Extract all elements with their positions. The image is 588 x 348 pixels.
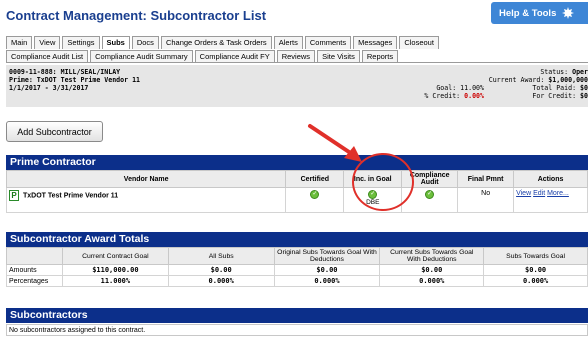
- col-certified: Certified: [285, 170, 345, 188]
- cell-value: 0.000%: [379, 275, 485, 287]
- help-label: Help & Tools: [499, 7, 557, 19]
- tools-icon: [562, 7, 575, 19]
- row-label: Percentages: [6, 275, 63, 287]
- tab-docs[interactable]: Docs: [131, 36, 159, 49]
- contract-prime: Prime: TxDOT Test Prime Vendor 11: [9, 76, 141, 84]
- table-row: P TxDOT Test Prime Vendor 11 ✓ ✓ DBE ✓ No …: [5, 187, 588, 213]
- more-link[interactable]: More...: [547, 190, 569, 197]
- table-row: Percentages 11.000% 0.000% 0.000% 0.000%…: [6, 275, 588, 287]
- contract-id: 0009-11-888: MILL/SEAL/INLAY: [9, 68, 121, 76]
- page-title: Contract Management: Subcontractor List: [6, 8, 267, 23]
- col-original-subs: Original Subs Towards Goal With Deductio…: [273, 247, 381, 265]
- help-tools-button[interactable]: Help & Tools: [491, 2, 588, 24]
- col-current-subs: Current Subs Towards Goal With Deduction…: [379, 247, 485, 265]
- tab-bar-primary: Main View Settings Subs Docs Change Orde…: [6, 36, 439, 49]
- row-label: Amounts: [6, 264, 63, 276]
- table-row: Amounts $110,000.00 $0.00 $0.00 $0.00 $0…: [6, 264, 588, 276]
- cell-value: $0.00: [167, 264, 275, 276]
- tab-main[interactable]: Main: [6, 36, 33, 49]
- vendor-name: TxDOT Test Prime Vendor 11: [23, 192, 119, 200]
- cell-value: 11.000%: [61, 275, 169, 287]
- col-final-pmnt: Final Pmnt: [457, 170, 515, 188]
- cell-value: 0.000%: [167, 275, 275, 287]
- credit-label: % Credit:: [424, 92, 461, 100]
- col-vendor-name: Vendor Name: [5, 170, 287, 188]
- tab-alerts[interactable]: Alerts: [273, 36, 303, 49]
- final-pmnt-value: No: [457, 187, 515, 213]
- annotation-arrow-icon: [308, 124, 362, 162]
- cell-value: $110,000.00: [61, 264, 169, 276]
- tab-subs[interactable]: Subs: [101, 36, 130, 49]
- cell-value: $0.00: [379, 264, 485, 276]
- tab-divider: [6, 62, 588, 63]
- tab-closeout[interactable]: Closeout: [399, 36, 439, 49]
- contract-info-panel: 0009-11-888: MILL/SEAL/INLAY Prime: TxDO…: [6, 65, 588, 107]
- prime-badge: P: [9, 190, 19, 201]
- tab-view[interactable]: View: [34, 36, 61, 49]
- empty-subcontractors-message: No subcontractors assigned to this contr…: [6, 324, 588, 336]
- goal-value: 11.00%: [460, 84, 484, 92]
- prime-contractor-header: Prime Contractor: [6, 155, 588, 170]
- tab-comments[interactable]: Comments: [304, 36, 352, 49]
- add-subcontractor-button[interactable]: Add Subcontractor: [6, 121, 103, 142]
- credit-value: 0.00%: [464, 92, 484, 100]
- award-value: $1,000,000: [548, 76, 588, 84]
- status-label: Status:: [540, 68, 569, 76]
- col-blank: [6, 247, 63, 265]
- subcontractors-header: Subcontractors: [6, 308, 588, 323]
- for-credit-value: $0: [580, 92, 588, 100]
- cell-value: $0.00: [483, 264, 588, 276]
- col-subs-towards-goal: Subs Towards Goal: [483, 247, 588, 265]
- cell-value: $0.00: [273, 264, 381, 276]
- view-link[interactable]: View: [516, 190, 531, 197]
- prime-contractor-table: Vendor Name Certified Inc. in Goal Compl…: [5, 170, 588, 213]
- col-actions: Actions: [513, 170, 588, 188]
- status-value: Oper: [572, 68, 588, 76]
- certified-check-icon: ✓: [310, 190, 320, 199]
- goal-label: Goal:: [436, 84, 457, 92]
- tab-change-orders[interactable]: Change Orders & Task Orders: [160, 36, 272, 49]
- paid-label: Total Paid:: [532, 84, 577, 92]
- award-totals-table: Current Contract Goal All Subs Original …: [6, 247, 588, 287]
- award-label: Current Award:: [488, 76, 545, 84]
- contract-dates: 1/1/2017 - 3/31/2017: [9, 84, 89, 92]
- award-totals-header: Subcontractor Award Totals: [6, 232, 588, 247]
- tab-settings[interactable]: Settings: [62, 36, 100, 49]
- col-current-contract-goal: Current Contract Goal: [61, 247, 169, 265]
- tab-messages[interactable]: Messages: [353, 36, 398, 49]
- cell-value: 0.000%: [483, 275, 588, 287]
- for-credit-label: For Credit:: [532, 92, 577, 100]
- col-all-subs: All Subs: [167, 247, 275, 265]
- cell-value: 0.000%: [273, 275, 381, 287]
- compliance-check-icon: ✓: [425, 190, 435, 199]
- paid-value: $0: [580, 84, 588, 92]
- edit-link[interactable]: Edit: [533, 190, 545, 197]
